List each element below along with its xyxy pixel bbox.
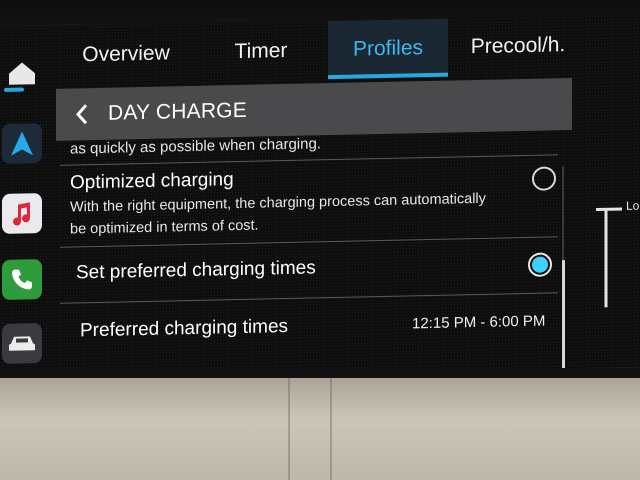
leather-seam bbox=[288, 378, 290, 480]
tab-timer[interactable]: Timer bbox=[196, 21, 326, 82]
adjacent-panel-edge: Lo bbox=[592, 197, 640, 318]
car-button[interactable] bbox=[2, 323, 42, 364]
set-preferred-times-title: Set preferred charging times bbox=[76, 257, 316, 284]
home-active-indicator bbox=[4, 87, 24, 92]
dashboard-leather bbox=[0, 378, 640, 480]
tab-profiles-label: Profiles bbox=[352, 36, 424, 61]
preferred-times-label: Preferred charging times bbox=[80, 315, 289, 342]
back-button[interactable] bbox=[56, 88, 108, 141]
music-icon bbox=[13, 202, 30, 226]
phone-icon bbox=[12, 269, 32, 290]
chevron-left-icon bbox=[75, 104, 88, 125]
navigation-button[interactable] bbox=[2, 123, 42, 164]
radio-selected-dot bbox=[532, 256, 548, 273]
app-dock bbox=[0, 27, 52, 380]
car-icon bbox=[9, 336, 35, 351]
divider bbox=[60, 292, 558, 304]
leather-seam bbox=[330, 378, 332, 480]
gauge-marker-icon bbox=[596, 207, 622, 308]
tab-bar: Overview Timer Profiles Precool/h. bbox=[56, 15, 640, 85]
tab-profiles[interactable]: Profiles bbox=[328, 18, 448, 80]
optimized-charging-title: Optimized charging bbox=[70, 169, 234, 194]
profile-header: DAY CHARGE bbox=[56, 78, 572, 141]
navigation-icon bbox=[11, 131, 33, 156]
page-title: DAY CHARGE bbox=[108, 98, 247, 125]
tab-precool[interactable]: Precool/h. bbox=[448, 16, 588, 77]
edge-label: Lo bbox=[626, 198, 640, 213]
scrollbar-thumb[interactable] bbox=[562, 260, 565, 377]
preferred-times-value: 12:15 PM - 6:00 PM bbox=[412, 312, 546, 333]
active-tab-indicator bbox=[328, 72, 448, 80]
phone-button[interactable] bbox=[2, 259, 42, 300]
tab-overview[interactable]: Overview bbox=[56, 24, 196, 85]
optimized-charging-description: With the right equipment, the charging p… bbox=[70, 190, 486, 238]
music-button[interactable] bbox=[2, 193, 42, 234]
infotainment-screen: Overview Timer Profiles Precool/h. DAY C… bbox=[0, 14, 640, 381]
optimized-charging-radio[interactable] bbox=[532, 166, 556, 191]
home-icon bbox=[9, 62, 35, 85]
set-preferred-times-radio[interactable] bbox=[528, 252, 552, 277]
